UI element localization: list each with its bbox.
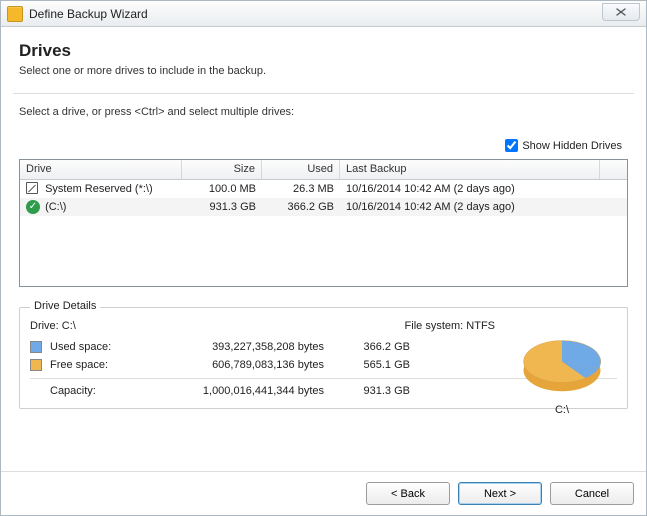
pie-chart-icon: [516, 330, 608, 400]
capacity-gb: 931.3 GB: [340, 385, 410, 397]
close-button[interactable]: [602, 3, 640, 21]
window-title: Define Backup Wizard: [29, 7, 148, 21]
used-swatch-icon: [30, 341, 42, 353]
used-bytes: 393,227,358,208 bytes: [140, 341, 340, 353]
drive-used: 366.2 GB: [262, 201, 340, 213]
back-button[interactable]: < Back: [366, 482, 450, 505]
col-header-used[interactable]: Used: [262, 160, 340, 179]
col-header-size[interactable]: Size: [182, 160, 262, 179]
wizard-footer: < Back Next > Cancel: [1, 471, 646, 515]
show-hidden-row: Show Hidden Drives: [19, 136, 628, 155]
drive-name: System Reserved (*:\): [45, 183, 153, 195]
usage-pie-chart: C:\: [507, 330, 617, 416]
table-row[interactable]: ✓ (C:\) 931.3 GB 366.2 GB 10/16/2014 10:…: [20, 198, 627, 216]
spacer: [30, 385, 42, 397]
drive-size: 931.3 GB: [182, 201, 262, 213]
free-gb: 565.1 GB: [340, 359, 410, 371]
table-row[interactable]: System Reserved (*:\) 100.0 MB 26.3 MB 1…: [20, 180, 627, 198]
free-bytes: 606,789,083,136 bytes: [140, 359, 340, 371]
details-legend: Drive Details: [30, 300, 100, 312]
col-header-lastbackup[interactable]: Last Backup: [340, 160, 600, 179]
check-icon: ✓: [26, 200, 40, 214]
drive-used: 26.3 MB: [262, 183, 340, 195]
wizard-window: Define Backup Wizard Drives Select one o…: [0, 0, 647, 516]
drive-details: Drive Details Drive: C:\ File system: NT…: [19, 307, 628, 409]
next-button[interactable]: Next >: [458, 482, 542, 505]
capacity-bytes: 1,000,016,441,344 bytes: [140, 385, 340, 397]
drive-status-icon: [26, 182, 40, 196]
details-drive-label: Drive: C:\: [30, 320, 405, 332]
app-icon: [7, 6, 23, 22]
drive-name: (C:\): [45, 201, 66, 213]
col-header-end: [600, 160, 627, 179]
page-subtitle: Select one or more drives to include in …: [19, 65, 628, 77]
show-hidden-checkbox[interactable]: [505, 139, 518, 152]
drive-lastbackup: 10/16/2014 10:42 AM (2 days ago): [340, 183, 600, 195]
col-header-drive[interactable]: Drive: [20, 160, 182, 179]
free-swatch-icon: [30, 359, 42, 371]
drive-lastbackup: 10/16/2014 10:42 AM (2 days ago): [340, 201, 600, 213]
capacity-label: Capacity:: [50, 385, 140, 397]
used-label: Used space:: [50, 341, 140, 353]
titlebar: Define Backup Wizard: [1, 1, 646, 27]
page-title: Drives: [19, 41, 628, 61]
prohibit-icon: [26, 182, 38, 194]
chart-caption: C:\: [507, 404, 617, 416]
show-hidden-label[interactable]: Show Hidden Drives: [522, 140, 622, 152]
drive-table: Drive Size Used Last Backup System Reser…: [19, 159, 628, 287]
page-header: Drives Select one or more drives to incl…: [1, 27, 646, 83]
close-icon: [616, 8, 626, 16]
cancel-button[interactable]: Cancel: [550, 482, 634, 505]
drive-status-icon: ✓: [26, 200, 40, 214]
table-header: Drive Size Used Last Backup: [20, 160, 627, 180]
drive-size: 100.0 MB: [182, 183, 262, 195]
free-label: Free space:: [50, 359, 140, 371]
used-gb: 366.2 GB: [340, 341, 410, 353]
content-area: Select a drive, or press <Ctrl> and sele…: [13, 93, 634, 471]
instruction-text: Select a drive, or press <Ctrl> and sele…: [19, 106, 628, 118]
